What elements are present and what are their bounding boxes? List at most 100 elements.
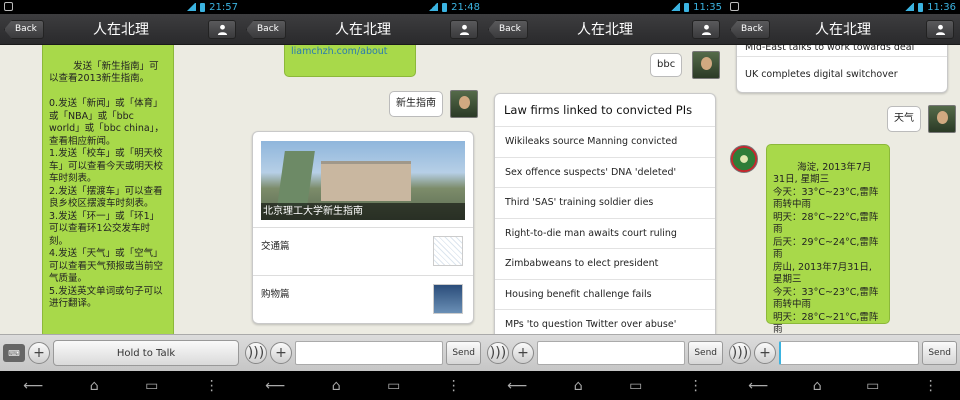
chat-title: 人在北理 [577, 22, 633, 38]
signal-icon [904, 3, 915, 11]
phone-screen-1: 21:57 Back 人在北理 发送「新生指南」可以查看2013新生指南。 0.… [0, 0, 242, 400]
android-nav-bar: ⟵ ⌂ ▭ ⋮ [0, 371, 242, 400]
chat-area[interactable]: 发送「新生指南」可以查看2013新生指南。 0.发送「新闻」或「体育」或「NBA… [0, 45, 242, 334]
battery-icon [684, 2, 690, 12]
chat-area[interactable]: Mid-East talks to work towards deal UK c… [726, 45, 960, 334]
profile-button[interactable] [692, 20, 720, 39]
status-bar: 21:48 [242, 0, 484, 14]
plus-button[interactable]: + [754, 342, 776, 364]
home-icon[interactable]: ⌂ [90, 378, 99, 394]
user-message-text: 新生指南 [396, 98, 436, 109]
profile-button[interactable] [450, 20, 478, 39]
menu-dots-icon[interactable]: ⋮ [689, 378, 703, 394]
guide-message-bubble: 发送「新生指南」可以查看2013新生指南。 0.发送「新闻」或「体育」或「NBA… [42, 45, 174, 334]
banner-image[interactable]: 北京理工大学新生指南 [261, 141, 465, 220]
banner-caption: 北京理工大学新生指南 [261, 203, 465, 220]
chat-area[interactable]: bbc Law firms linked to convicted PIs Wi… [484, 45, 726, 334]
back-button[interactable]: Back [730, 20, 770, 39]
user-message-text: bbc [657, 59, 676, 70]
news-headline[interactable]: Law firms linked to convicted PIs [495, 94, 715, 126]
link-text[interactable]: liamchzh.com/about [291, 46, 388, 57]
user-message-bubble: 天气 [887, 106, 921, 132]
news-item[interactable]: MPs 'to question Twitter over abuse' [495, 309, 715, 334]
person-icon [217, 24, 227, 35]
title-bar: Back 人在北理 [726, 14, 960, 45]
recent-apps-icon[interactable]: ▭ [387, 378, 400, 394]
profile-button[interactable] [926, 20, 954, 39]
previous-news-card[interactable]: Mid-East talks to work towards deal UK c… [736, 45, 948, 93]
person-icon [935, 24, 945, 35]
card-item-shopping[interactable]: 购物篇 [253, 275, 473, 323]
keyboard-toggle-button[interactable]: ⌨ [3, 344, 25, 362]
card-item-transport[interactable]: 交通篇 [253, 227, 473, 275]
chat-area[interactable]: liamchzh.com/about 新生指南 北京理工大学新生指南 交通篇 购… [242, 45, 484, 334]
clock: 21:48 [451, 1, 480, 13]
back-button[interactable]: Back [488, 20, 528, 39]
message-input[interactable] [295, 341, 444, 365]
message-input[interactable] [779, 341, 920, 365]
recent-apps-icon[interactable]: ▭ [866, 378, 879, 394]
map-thumbnail [433, 236, 463, 266]
title-bar: Back 人在北理 [0, 14, 242, 45]
battery-icon [918, 2, 924, 12]
shopping-thumbnail [433, 284, 463, 314]
message-input[interactable] [537, 341, 686, 365]
user-avatar[interactable] [692, 51, 720, 79]
voice-toggle-button[interactable]: ))) [487, 342, 509, 364]
voice-toggle-button[interactable]: ))) [245, 342, 267, 364]
input-bar: ))) + Send [242, 334, 484, 371]
news-item[interactable]: Wikileaks source Manning convicted [495, 126, 715, 157]
back-arrow-icon[interactable]: ⟵ [265, 378, 285, 394]
news-item[interactable]: Right-to-die man awaits court ruling [495, 217, 715, 249]
plus-button[interactable]: + [28, 342, 50, 364]
voice-toggle-button[interactable]: ))) [729, 342, 751, 364]
clock: 11:35 [693, 1, 722, 13]
news-item[interactable]: Mid-East talks to work towards deal [737, 45, 947, 56]
title-bar: Back 人在北理 [242, 14, 484, 45]
guide-card[interactable]: 北京理工大学新生指南 交通篇 购物篇 [252, 131, 474, 324]
weather-text: 海淀, 2013年7月31日, 星期三 今天：33°C~23°C,雷阵雨转中雨 … [773, 161, 879, 335]
menu-dots-icon[interactable]: ⋮ [924, 378, 938, 394]
link-message-bubble: liamchzh.com/about [284, 45, 416, 77]
send-button[interactable]: Send [922, 341, 957, 365]
send-button[interactable]: Send [446, 341, 481, 365]
bot-avatar[interactable] [730, 145, 758, 173]
user-avatar[interactable] [928, 105, 956, 133]
home-icon[interactable]: ⌂ [574, 378, 583, 394]
screenshot-strip: 21:57 Back 人在北理 发送「新生指南」可以查看2013新生指南。 0.… [0, 0, 960, 400]
back-arrow-icon[interactable]: ⟵ [23, 378, 43, 394]
user-message-bubble: 新生指南 [389, 91, 443, 117]
home-icon[interactable]: ⌂ [332, 378, 341, 394]
news-item[interactable]: Sex offence suspects' DNA 'deleted' [495, 156, 715, 188]
hold-to-talk-button[interactable]: Hold to Talk [53, 340, 239, 366]
plus-button[interactable]: + [512, 342, 534, 364]
news-item[interactable]: UK completes digital switchover [737, 56, 947, 92]
status-bar: 11:35 [484, 0, 726, 14]
person-icon [459, 24, 469, 35]
news-item[interactable]: Housing benefit challenge fails [495, 278, 715, 310]
menu-dots-icon[interactable]: ⋮ [447, 378, 461, 394]
home-icon[interactable]: ⌂ [813, 378, 822, 394]
signal-icon [186, 3, 197, 11]
plus-button[interactable]: + [270, 342, 292, 364]
user-avatar[interactable] [450, 90, 478, 118]
news-card[interactable]: Law firms linked to convicted PIs Wikile… [494, 93, 716, 334]
back-button[interactable]: Back [246, 20, 286, 39]
android-nav-bar: ⟵ ⌂ ▭ ⋮ [726, 371, 960, 400]
send-button[interactable]: Send [688, 341, 723, 365]
phone-screen-3: 11:35 Back 人在北理 bbc Law firms linked to … [484, 0, 726, 400]
recent-apps-icon[interactable]: ▭ [629, 378, 642, 394]
back-button[interactable]: Back [4, 20, 44, 39]
clock: 11:36 [927, 1, 956, 13]
back-arrow-icon[interactable]: ⟵ [748, 378, 768, 394]
chat-title: 人在北理 [93, 22, 149, 38]
menu-dots-icon[interactable]: ⋮ [205, 378, 219, 394]
phone-screen-2: 21:48 Back 人在北理 liamchzh.com/about 新生指南 … [242, 0, 484, 400]
guide-message-text: 发送「新生指南」可以查看2013新生指南。 0.发送「新闻」或「体育」或「NBA… [49, 60, 164, 310]
back-arrow-icon[interactable]: ⟵ [507, 378, 527, 394]
news-item[interactable]: Third 'SAS' training soldier dies [495, 187, 715, 218]
input-bar: ))) + Send [484, 334, 726, 371]
profile-button[interactable] [208, 20, 236, 39]
recent-apps-icon[interactable]: ▭ [145, 378, 158, 394]
news-item[interactable]: Zimbabweans to elect president [495, 248, 715, 279]
